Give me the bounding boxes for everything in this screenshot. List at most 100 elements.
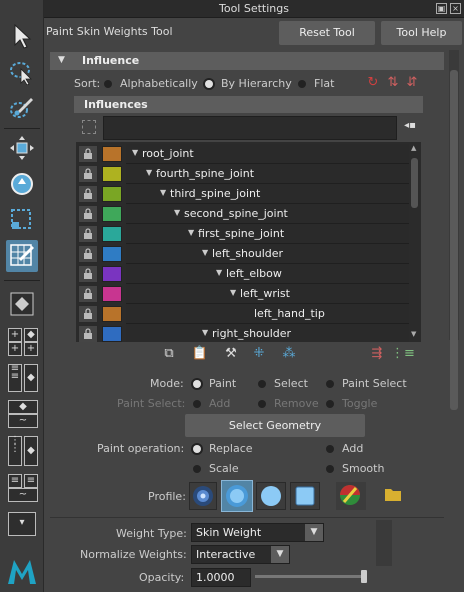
influence-row[interactable]: ▼ second_spine_joint — [78, 204, 409, 224]
influence-name-cell[interactable]: ▼ left_elbow — [126, 264, 409, 284]
outliner-layout-icon[interactable]: ≡ ≡ — [8, 364, 22, 392]
influence-frame-header[interactable]: ▼ Influence — [50, 52, 444, 70]
sort-flat-radio[interactable] — [298, 80, 306, 88]
influence-color-swatch[interactable] — [102, 186, 122, 202]
expand-list-icon[interactable]: ⇅ — [386, 75, 400, 91]
expand-arrow-icon[interactable]: ▼ — [132, 148, 138, 157]
influence-row[interactable]: ▼ left_shoulder — [78, 244, 409, 264]
influence-color-swatch[interactable] — [102, 146, 122, 162]
influence-row[interactable]: ▼ first_spine_joint — [78, 224, 409, 244]
show-influences-icon[interactable]: ⁂ — [280, 346, 298, 362]
list-view-icon[interactable]: ⇶ — [368, 346, 386, 362]
select-geometry-button[interactable]: Select Geometry — [185, 414, 365, 437]
script-editor-layout-icon[interactable]: ~ — [8, 488, 38, 502]
influence-name-cell[interactable]: ▼ right_shoulder — [126, 324, 409, 342]
sort-by-hierarchy-radio[interactable] — [205, 80, 213, 88]
hypershade-persp-layout-icon[interactable]: ◆ — [24, 436, 38, 466]
profile-image-brush[interactable] — [336, 482, 366, 510]
lock-icon[interactable] — [78, 285, 98, 303]
profile-gaussian-brush[interactable] — [189, 482, 217, 510]
influence-row[interactable]: ▼ left_wrist — [78, 284, 409, 304]
profile-solid-brush[interactable] — [256, 482, 286, 510]
paint-op-scale-radio[interactable] — [193, 465, 201, 473]
browse-folder-icon[interactable] — [384, 486, 402, 504]
mode-select-radio[interactable] — [258, 380, 266, 388]
panel-scrollbar-track[interactable] — [449, 50, 459, 410]
scroll-up-icon[interactable]: ▲ — [411, 144, 416, 152]
profile-square-brush[interactable] — [290, 482, 320, 510]
paint-op-replace-radio[interactable] — [193, 445, 201, 453]
scroll-down-icon[interactable]: ▼ — [411, 330, 416, 338]
search-options-icon[interactable]: ◂▪ — [402, 118, 418, 134]
weight-hammer-icon[interactable]: ⚒ — [222, 346, 240, 362]
expand-arrow-icon[interactable]: ▼ — [202, 248, 208, 257]
copy-weights-icon[interactable]: ⧉ — [160, 346, 178, 362]
lock-icon[interactable] — [78, 185, 98, 203]
paint-select-remove-radio[interactable] — [258, 400, 266, 408]
script-layout-icon[interactable]: ≡ — [8, 474, 22, 488]
influence-color-swatch[interactable] — [102, 206, 122, 222]
rotate-tool-icon[interactable] — [6, 168, 38, 200]
opacity-slider-handle[interactable] — [361, 570, 367, 583]
quad-layout-icon-2[interactable]: + — [8, 342, 22, 356]
lock-icon[interactable] — [78, 305, 98, 323]
influence-search-field[interactable] — [103, 116, 397, 140]
quad-layout-icon-3[interactable]: + — [24, 342, 38, 356]
close-window-icon[interactable]: × — [450, 3, 461, 14]
expand-arrow-icon[interactable]: ▼ — [202, 328, 208, 337]
paint-op-smooth-radio[interactable] — [326, 465, 334, 473]
influence-name-cell[interactable]: ▼ left_wrist — [126, 284, 409, 304]
influence-name-cell[interactable]: ▼ first_spine_joint — [126, 224, 409, 244]
lock-icon[interactable] — [78, 265, 98, 283]
sort-alphabetically-radio[interactable] — [104, 80, 112, 88]
profile-soft-brush[interactable] — [221, 480, 253, 512]
influence-color-swatch[interactable] — [102, 246, 122, 262]
scale-tool-icon[interactable] — [6, 204, 38, 236]
paint-select-add-radio[interactable] — [193, 400, 201, 408]
influence-row[interactable]: ▼ third_spine_joint — [78, 184, 409, 204]
influence-row[interactable]: ▼ root_joint — [78, 144, 409, 164]
influence-name-cell[interactable]: ▼ fourth_spine_joint — [126, 164, 409, 184]
influence-name-cell[interactable]: ▼ root_joint — [126, 144, 409, 164]
select-tool-icon[interactable] — [6, 20, 38, 52]
move-tool-icon[interactable] — [6, 132, 38, 164]
paint-select-toggle-radio[interactable] — [326, 400, 334, 408]
influence-color-swatch[interactable] — [102, 326, 122, 342]
influence-name-cell[interactable]: left_hand_tip — [126, 304, 409, 324]
influence-color-swatch[interactable] — [102, 306, 122, 322]
opacity-field[interactable]: 1.0000 — [191, 568, 251, 587]
outliner-persp-layout-icon[interactable]: ◆ — [24, 364, 38, 392]
influence-name-cell[interactable]: ▼ third_spine_joint — [126, 184, 409, 204]
persp-layout-icon[interactable]: ◆ — [24, 328, 38, 342]
expand-arrow-icon[interactable]: ▼ — [146, 168, 152, 177]
mode-paint-select-radio[interactable] — [326, 380, 334, 388]
lock-icon[interactable] — [78, 145, 98, 163]
opacity-slider-track[interactable] — [255, 570, 367, 583]
expand-arrow-icon[interactable]: ▼ — [160, 188, 166, 197]
influence-row[interactable]: ▼ fourth_spine_joint — [78, 164, 409, 184]
influence-list[interactable]: ▼ root_joint ▼ fourth_spine_joint ▼ third_spi… — [76, 142, 421, 342]
refresh-influences-icon[interactable]: ↻ — [366, 75, 380, 91]
panel-scrollbar-thumb[interactable] — [450, 70, 458, 410]
influence-color-swatch[interactable] — [102, 286, 122, 302]
script-layout-icon-2[interactable]: ≡ — [24, 474, 38, 488]
paint-skin-weights-tool-icon[interactable] — [6, 240, 38, 272]
four-view-layout-icon[interactable]: + — [8, 328, 22, 342]
move-weights-icon[interactable]: ⁜ — [250, 346, 268, 362]
normalize-weights-dropdown[interactable]: Interactive ▼ — [191, 545, 290, 564]
influence-color-swatch[interactable] — [102, 266, 122, 282]
tool-help-button[interactable]: Tool Help — [381, 21, 462, 45]
influence-color-swatch[interactable] — [102, 226, 122, 242]
mode-paint-radio[interactable] — [193, 380, 201, 388]
influence-list-scrollbar[interactable]: ▲ ▼ — [410, 144, 420, 340]
lower-scrollbar[interactable] — [376, 520, 392, 566]
paint-op-add-radio[interactable] — [326, 445, 334, 453]
lock-icon[interactable] — [78, 325, 98, 342]
expand-arrow-icon[interactable]: ▼ — [216, 268, 222, 277]
influence-row[interactable]: ▼ right_shoulder — [78, 324, 409, 342]
influence-color-swatch[interactable] — [102, 166, 122, 182]
paint-select-tool-icon[interactable] — [6, 92, 38, 124]
lock-icon[interactable] — [78, 245, 98, 263]
graph-editor-layout-icon[interactable]: ~ — [8, 414, 38, 428]
expand-arrow-icon[interactable]: ▼ — [174, 208, 180, 217]
